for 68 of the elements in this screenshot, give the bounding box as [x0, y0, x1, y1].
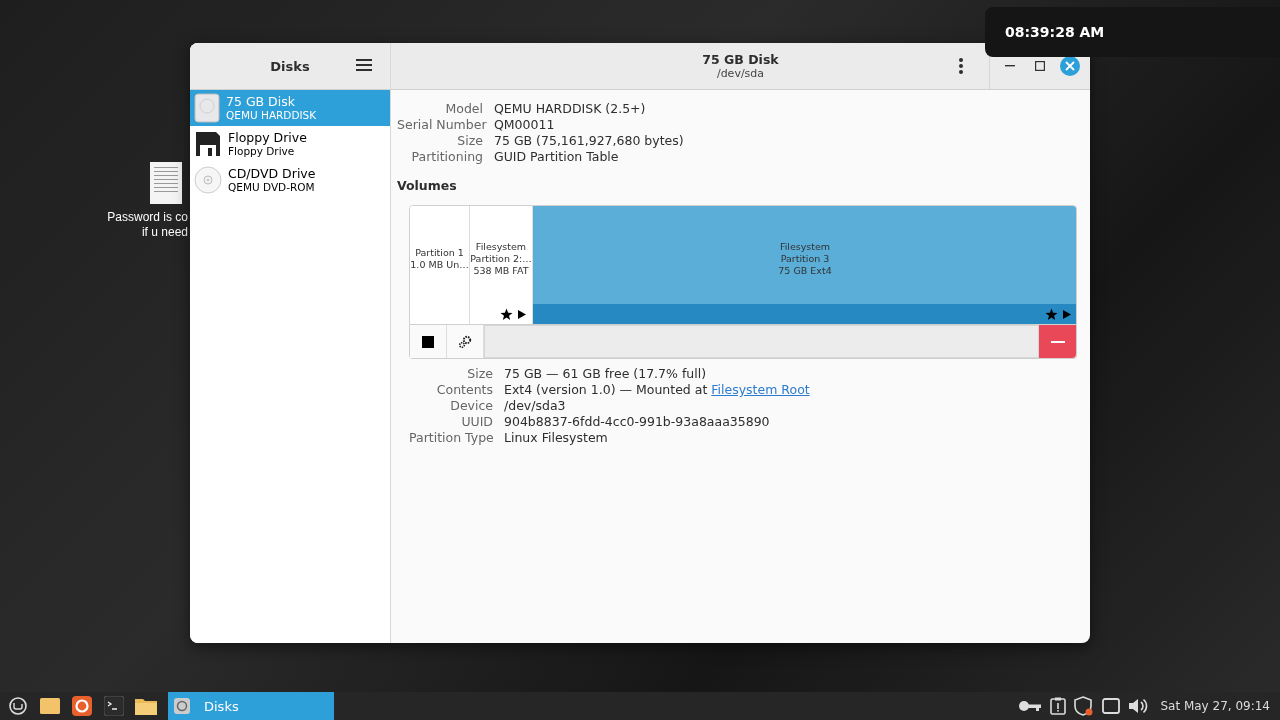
field-label: Device	[449, 399, 493, 413]
field-label: Size	[456, 134, 483, 148]
partition-label: Filesystem Partition 3 75 GB Ext4	[778, 241, 832, 277]
star-play-icon	[500, 307, 528, 321]
drive-list-item[interactable]: CD/DVD Drive QEMU DVD-ROM	[190, 162, 390, 198]
desktop-icon-label: if u need	[141, 225, 188, 240]
window-title: 75 GB Disk	[702, 52, 779, 67]
field-value: Linux Filesystem	[504, 431, 609, 445]
field-label: Partitioning	[410, 150, 483, 164]
shield-icon[interactable]	[1074, 696, 1095, 716]
drive-name: Floppy Drive	[228, 130, 307, 145]
delete-partition-button[interactable]	[1039, 325, 1076, 358]
unmount-button[interactable]	[410, 325, 447, 358]
more-options-button[interactable]	[959, 58, 963, 74]
menu-icon	[356, 58, 372, 72]
folder-icon	[135, 697, 157, 715]
drive-model: QEMU DVD-ROM	[228, 181, 316, 194]
terminal-icon	[104, 696, 124, 716]
drive-model: QEMU HARDDISK	[226, 109, 317, 122]
field-value: 75 GB — 61 GB free (17.7% full)	[504, 367, 708, 381]
field-value: Ext4 (version 1.0) — Mounted at Filesystem Root	[504, 383, 810, 397]
volume-icon[interactable]	[1128, 697, 1149, 715]
taskbar-clock[interactable]: Sat May 27, 09:14	[1160, 699, 1270, 713]
minimize-icon	[1005, 65, 1015, 67]
field-label: Size	[466, 367, 493, 381]
gears-icon	[457, 333, 473, 350]
partition-block[interactable]: Filesystem Partition 3 75 GB Ext4	[533, 206, 1076, 324]
field-label: UUID	[460, 415, 493, 429]
browser-icon	[72, 696, 92, 716]
clipboard-icon[interactable]	[1050, 697, 1067, 715]
field-label: Partition Type	[409, 431, 493, 445]
field-label: Model	[444, 102, 483, 116]
drive-model: Floppy Drive	[228, 145, 296, 158]
optical-disc-icon	[194, 166, 222, 194]
partition-block[interactable]: Partition 1 1.0 MB Un…	[410, 206, 470, 324]
maximize-icon	[1035, 61, 1045, 71]
desktop-icon-label: Password is co	[107, 210, 188, 225]
mount-point-link[interactable]: Filesystem Root	[711, 382, 810, 397]
star-play-icon	[1045, 307, 1073, 321]
menu-button[interactable]	[356, 58, 372, 72]
more-options-icon	[959, 58, 963, 74]
field-value: 75 GB (75,161,927,680 bytes)	[494, 134, 684, 148]
drive-list-item[interactable]: Floppy Drive Floppy Drive	[190, 126, 390, 162]
clock-popup: 08:39:28 AM	[985, 7, 1280, 57]
document-icon[interactable]	[150, 162, 182, 204]
field-value: GUID Partition Table	[494, 150, 620, 164]
key-icon[interactable]	[1018, 700, 1043, 712]
field-value: QM00011	[494, 118, 556, 132]
logo-icon	[9, 697, 27, 715]
partition-label: Partition 1 1.0 MB Un…	[410, 247, 469, 271]
partition-label: Filesystem Partition 2:… 538 MB FAT	[470, 241, 532, 277]
close-button[interactable]	[1060, 56, 1080, 76]
field-value: /dev/sda3	[504, 399, 567, 413]
folder-icon	[40, 697, 60, 715]
volumes-heading: Volumes	[397, 178, 458, 193]
window-icon[interactable]	[1102, 697, 1121, 715]
disk-icon	[174, 698, 190, 714]
stop-icon	[422, 335, 434, 348]
field-value: 904b8837-6fdd-4cc0-991b-93a8aaa35890	[504, 415, 771, 429]
window-subtitle: /dev/sda	[716, 67, 765, 80]
field-label: Contents	[435, 383, 493, 397]
close-icon	[1065, 61, 1075, 71]
minus-icon	[1050, 340, 1065, 343]
partition-block[interactable]: Filesystem Partition 2:… 538 MB FAT	[470, 206, 533, 324]
field-value: QEMU HARDDISK (2.5+)	[494, 102, 647, 116]
drive-name: CD/DVD Drive	[228, 166, 316, 181]
drive-name: 75 GB Disk	[226, 94, 296, 109]
sidebar-title: Disks	[270, 58, 310, 74]
